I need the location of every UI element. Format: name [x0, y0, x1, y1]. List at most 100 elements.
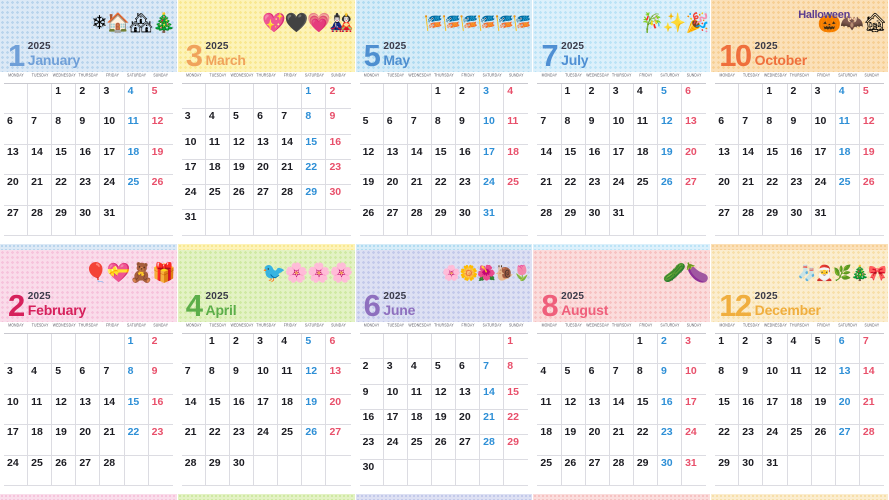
day-cell[interactable]: 27 [383, 205, 408, 236]
day-cell[interactable]: 31 [682, 456, 707, 486]
day-cell[interactable]: 30 [657, 455, 683, 486]
day-cell[interactable]: 9 [585, 114, 610, 145]
day-cell[interactable]: 15 [561, 144, 586, 176]
day-cell[interactable]: 13 [715, 144, 740, 176]
day-cell[interactable]: 7 [480, 359, 505, 385]
day-cell[interactable]: 6 [585, 364, 610, 395]
day-cell[interactable]: 4 [504, 84, 529, 115]
day-cell[interactable]: 29 [763, 205, 788, 236]
day-cell[interactable]: 16 [326, 135, 351, 160]
day-cell[interactable]: 11 [205, 134, 231, 160]
day-cell[interactable]: 20 [456, 409, 481, 436]
day-cell[interactable]: 12 [148, 114, 173, 145]
day-cell[interactable]: 19 [431, 409, 457, 436]
day-cell[interactable]: 8 [431, 114, 457, 145]
day-cell[interactable]: 31 [181, 210, 206, 236]
day-cell[interactable]: 30 [359, 460, 384, 486]
day-cell[interactable]: 22 [52, 175, 77, 206]
day-cell[interactable]: 14 [859, 364, 884, 395]
day-cell[interactable]: 24 [609, 175, 634, 206]
day-cell[interactable]: 20 [76, 425, 101, 456]
day-cell[interactable]: 12 [859, 114, 884, 145]
day-cell[interactable]: 30 [230, 455, 255, 486]
day-cell[interactable]: 29 [52, 205, 77, 236]
day-cell[interactable]: 5 [859, 84, 884, 115]
day-cell[interactable]: 27 [682, 175, 707, 206]
day-cell[interactable]: 26 [859, 175, 884, 206]
day-cell[interactable]: 8 [302, 109, 327, 135]
day-cell[interactable]: 19 [359, 175, 384, 206]
day-cell[interactable]: 6 [715, 114, 740, 145]
day-cell[interactable]: 6 [456, 359, 481, 385]
day-cell[interactable]: 29 [302, 185, 327, 211]
day-cell[interactable]: 8 [715, 364, 740, 395]
day-cell[interactable]: 24 [480, 175, 505, 206]
day-cell[interactable]: 25 [407, 435, 432, 461]
day-cell[interactable]: 11 [504, 114, 529, 145]
day-cell[interactable]: 15 [302, 134, 327, 160]
day-cell[interactable]: 29 [715, 455, 740, 486]
day-cell[interactable]: 23 [456, 175, 481, 206]
day-cell[interactable]: 14 [28, 144, 53, 176]
day-cell[interactable]: 24 [181, 185, 206, 211]
day-cell[interactable]: 13 [682, 114, 707, 145]
day-cell[interactable]: 8 [124, 364, 149, 395]
day-cell[interactable]: 29 [504, 435, 529, 461]
day-cell[interactable]: 11 [537, 394, 562, 426]
day-cell[interactable]: 14 [537, 144, 562, 176]
day-cell[interactable]: 25 [835, 175, 860, 206]
day-cell[interactable]: 28 [278, 185, 303, 211]
day-cell[interactable]: 25 [278, 425, 303, 456]
day-cell[interactable]: 13 [456, 384, 481, 410]
day-cell[interactable]: 17 [4, 425, 29, 456]
day-cell[interactable]: 17 [682, 395, 707, 426]
day-cell[interactable]: 12 [811, 364, 836, 395]
day-cell[interactable]: 18 [28, 425, 53, 456]
day-cell[interactable]: 3 [811, 84, 836, 115]
day-cell[interactable]: 21 [28, 175, 53, 206]
day-cell[interactable]: 1 [504, 334, 529, 360]
day-cell[interactable]: 31 [100, 205, 125, 236]
day-cell[interactable]: 5 [561, 364, 586, 395]
day-cell[interactable]: 19 [657, 144, 683, 176]
day-cell[interactable]: 9 [76, 114, 101, 145]
day-cell[interactable]: 15 [633, 394, 658, 426]
day-cell[interactable]: 3 [383, 359, 408, 385]
day-cell[interactable]: 3 [254, 334, 279, 365]
day-cell[interactable]: 16 [230, 394, 255, 426]
day-cell[interactable]: 9 [326, 109, 351, 135]
day-cell[interactable]: 16 [456, 144, 481, 176]
day-cell[interactable]: 10 [609, 114, 634, 145]
day-cell[interactable]: 27 [456, 435, 481, 461]
day-cell[interactable]: 3 [100, 84, 125, 115]
day-cell[interactable]: 22 [715, 425, 740, 456]
day-cell[interactable]: 26 [811, 425, 836, 456]
day-cell[interactable]: 3 [682, 334, 707, 365]
day-cell[interactable]: 12 [359, 144, 384, 176]
day-cell[interactable]: 20 [383, 175, 408, 206]
day-cell[interactable]: 29 [633, 455, 658, 486]
day-cell[interactable]: 14 [739, 144, 764, 176]
day-cell[interactable]: 18 [124, 144, 149, 176]
day-cell[interactable]: 27 [4, 205, 29, 236]
day-cell[interactable]: 28 [537, 205, 562, 236]
day-cell[interactable]: 23 [326, 160, 351, 186]
day-cell[interactable]: 22 [431, 175, 457, 206]
day-cell[interactable]: 4 [124, 84, 149, 115]
day-cell[interactable]: 7 [100, 364, 125, 395]
day-cell[interactable]: 1 [302, 84, 327, 110]
day-cell[interactable]: 13 [585, 394, 610, 426]
day-cell[interactable]: 14 [480, 384, 505, 410]
day-cell[interactable]: 7 [407, 114, 432, 145]
day-cell[interactable]: 18 [504, 145, 529, 176]
day-cell[interactable]: 1 [205, 334, 231, 365]
day-cell[interactable]: 30 [456, 205, 481, 236]
day-cell[interactable]: 30 [585, 205, 610, 236]
day-cell[interactable]: 9 [230, 364, 255, 395]
day-cell[interactable]: 26 [148, 175, 173, 206]
day-cell[interactable]: 12 [561, 394, 586, 426]
day-cell[interactable]: 25 [28, 455, 53, 486]
day-cell[interactable]: 13 [4, 144, 29, 176]
day-cell[interactable]: 12 [431, 384, 457, 410]
day-cell[interactable]: 17 [480, 144, 505, 176]
